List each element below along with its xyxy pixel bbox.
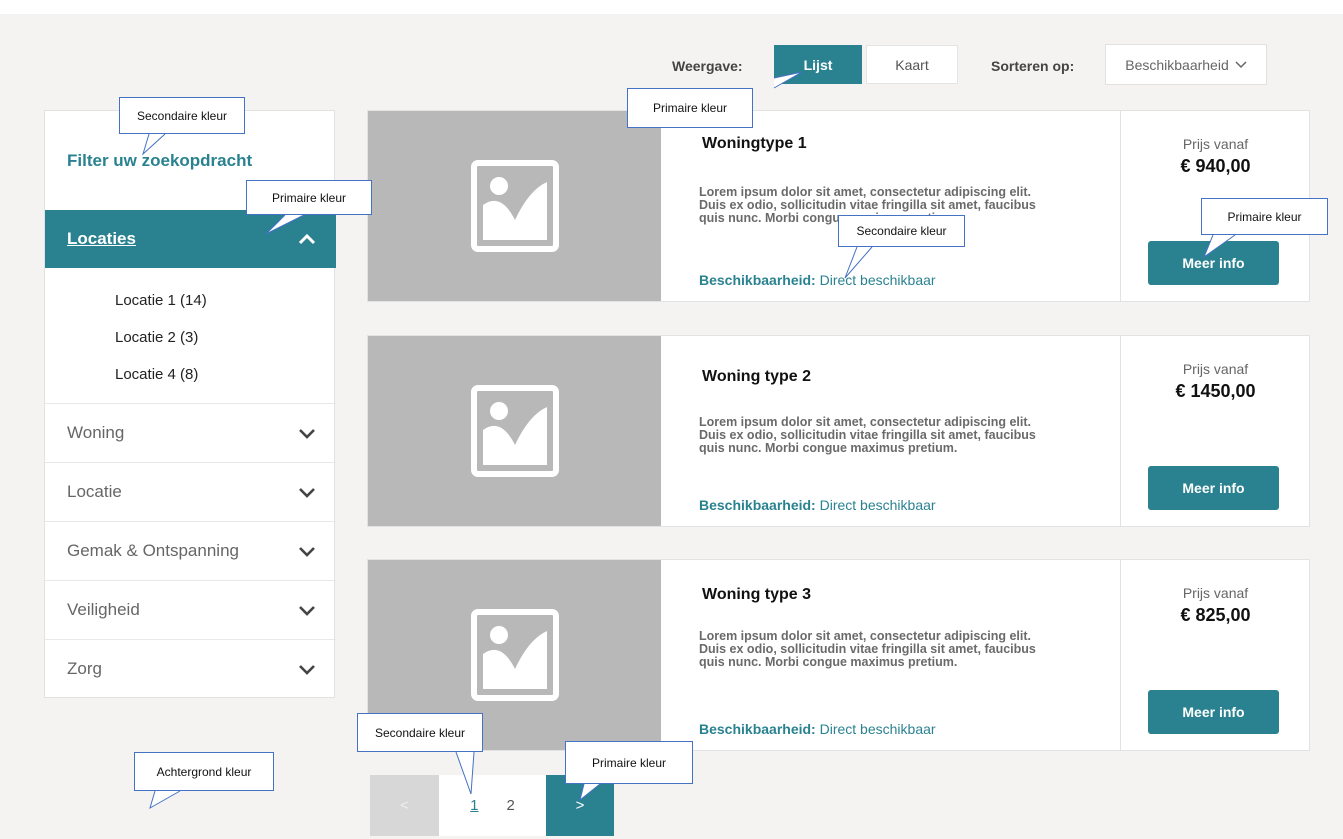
callout-primary-color: Primaire kleur (565, 741, 693, 784)
callout-primary-color: Primaire kleur (1201, 198, 1328, 235)
callout-primary-color: Primaire kleur (627, 88, 753, 128)
callout-primary-color: Primaire kleur (246, 180, 372, 215)
callout-secondary-color: Secondaire kleur (838, 215, 965, 247)
callout-background-color: Achtergrond kleur (134, 752, 274, 791)
callout-secondary-color: Secondaire kleur (119, 97, 245, 134)
callout-secondary-color: Secondaire kleur (357, 713, 483, 752)
